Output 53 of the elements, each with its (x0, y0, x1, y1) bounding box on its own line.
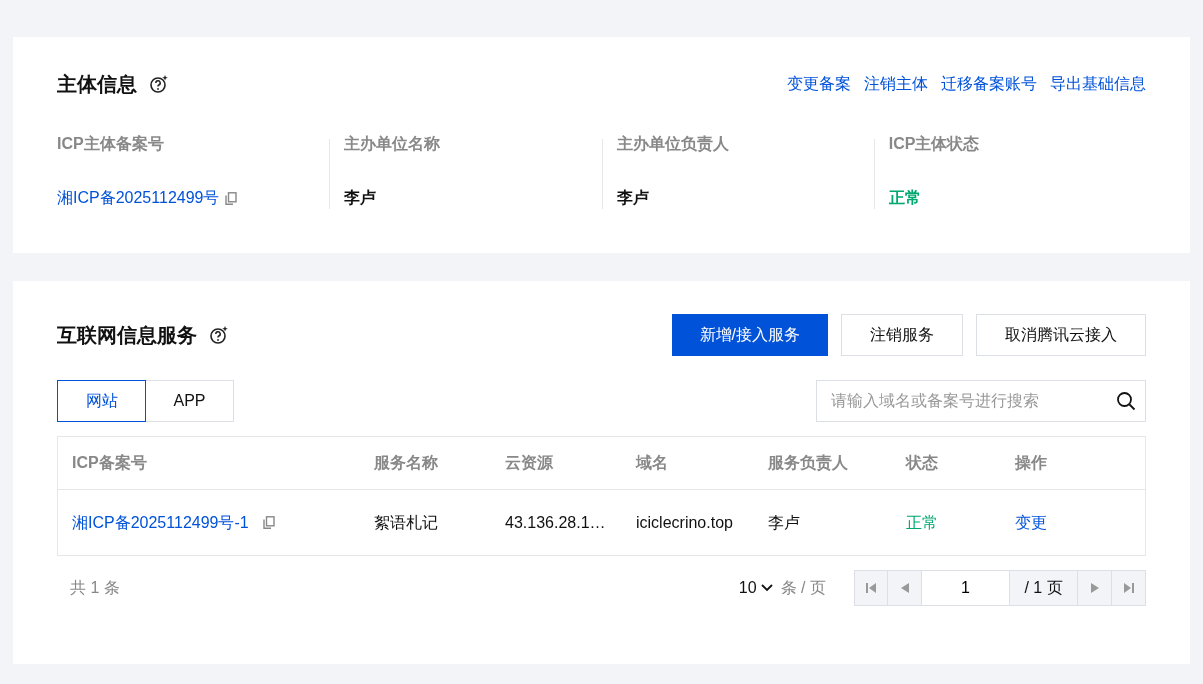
action-button[interactable]: 注销服务 (841, 314, 963, 356)
search-field[interactable]: 请输入域名或备案号进行搜索 (816, 380, 1146, 422)
field-value: 李卢 (344, 188, 378, 208)
status-text: 正常 (906, 513, 938, 531)
help-icon[interactable] (149, 74, 169, 94)
next-page-button[interactable] (1078, 570, 1112, 606)
section-title: 互联网信息服务 (57, 323, 197, 348)
column-header: 域名 (634, 453, 669, 473)
column-header: 云资源 (504, 453, 554, 473)
copy-icon[interactable] (225, 191, 238, 205)
field-value: 李卢 (616, 188, 650, 208)
action-button[interactable]: 新增/接入服务 (671, 314, 828, 356)
field-label: ICP主体备案号 (57, 134, 165, 154)
column-header: 服务负责人 (767, 453, 849, 474)
tab[interactable]: 网站 (57, 380, 146, 422)
search-icon[interactable] (1116, 391, 1136, 411)
page-size-select[interactable]: 10 (738, 576, 773, 600)
section-title: 主体信息 (57, 72, 137, 97)
action-link[interactable]: 迁移备案账号 (941, 72, 1037, 96)
action-link[interactable]: 变更备案 (787, 72, 851, 96)
table-cell: 李卢 (768, 513, 800, 531)
next-page-icon (1090, 583, 1099, 593)
table-cell: 絮语札记 (374, 513, 438, 531)
column-header: 操作 (1013, 453, 1048, 473)
last-page-icon (1123, 583, 1134, 593)
action-button[interactable]: 取消腾讯云接入 (976, 314, 1146, 356)
copy-icon[interactable] (262, 516, 275, 529)
change-link[interactable]: 变更 (1015, 513, 1047, 531)
total-count: 共 1 条 (70, 578, 120, 598)
field-label: ICP主体状态 (888, 134, 981, 154)
column-header: 服务名称 (373, 453, 439, 473)
field-label: 主办单位名称 (344, 134, 442, 154)
previous-page-icon (900, 583, 909, 593)
record-number-link[interactable]: 湘ICP备2025112499号 (57, 187, 220, 209)
page-size-unit: 条 / 页 (780, 578, 826, 598)
status-text: 正常 (888, 188, 922, 208)
table-cell: 43.136.28.1… (505, 513, 606, 531)
record-number-link[interactable]: 湘ICP备2025112499号-1 (72, 510, 249, 535)
action-link[interactable]: 注销主体 (864, 72, 928, 96)
last-page-button[interactable] (1112, 570, 1146, 606)
action-link[interactable]: 导出基础信息 (1050, 72, 1146, 96)
tab[interactable]: APP (145, 380, 234, 422)
table-cell: iciclecrino.top (636, 513, 733, 531)
field-label: 主办单位负责人 (616, 134, 730, 155)
chevron-down-icon (760, 584, 773, 592)
first-page-icon (866, 583, 876, 593)
first-page-button[interactable] (854, 570, 888, 606)
page-input[interactable]: 1 (922, 570, 1010, 606)
previous-page-button[interactable] (888, 570, 922, 606)
column-header: ICP备案号 (71, 453, 148, 473)
help-icon[interactable] (209, 325, 229, 345)
page-count: / 1 页 (1010, 570, 1078, 606)
column-header: 状态 (904, 453, 939, 473)
